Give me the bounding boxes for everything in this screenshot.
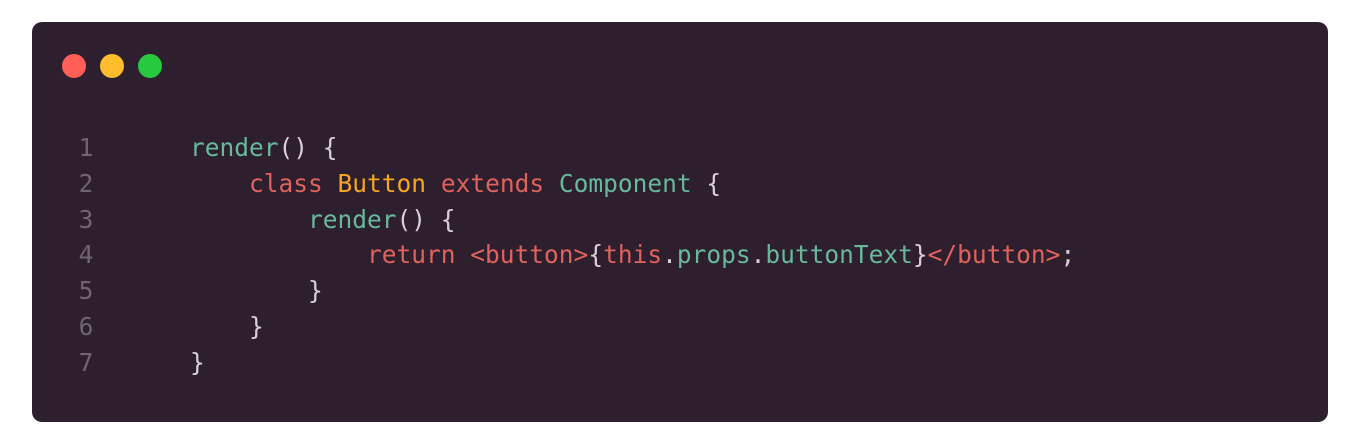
close-dot-icon[interactable] bbox=[62, 54, 86, 78]
code-line: 6 } bbox=[32, 309, 1328, 345]
window-controls bbox=[62, 54, 162, 78]
code-token: extends bbox=[440, 168, 545, 198]
code-token: ; bbox=[1060, 240, 1076, 270]
code-token: return bbox=[367, 240, 456, 270]
code-token: () { bbox=[278, 133, 338, 162]
minimize-dot-icon[interactable] bbox=[100, 54, 124, 78]
code-token: . bbox=[662, 240, 677, 270]
code-block: 1 render() {2 class Button extends Compon… bbox=[32, 130, 1328, 381]
code-line: 5 } bbox=[32, 273, 1328, 309]
code-token: } bbox=[190, 347, 205, 377]
code-token: render bbox=[308, 204, 397, 234]
code-token: <button> bbox=[470, 240, 589, 270]
line-content: render() { bbox=[190, 130, 338, 166]
zoom-dot-icon[interactable] bbox=[138, 54, 162, 78]
code-token: } bbox=[912, 240, 928, 270]
code-line: 3 render() { bbox=[32, 202, 1328, 238]
code-line: 4 return <button>{this.props.buttonText}… bbox=[32, 237, 1328, 273]
code-token: props bbox=[676, 240, 751, 270]
code-window: 1 render() {2 class Button extends Compon… bbox=[32, 22, 1328, 422]
code-line: 2 class Button extends Component { bbox=[32, 166, 1328, 202]
line-content: class Button extends Component { bbox=[190, 166, 721, 202]
code-token: } bbox=[308, 276, 323, 306]
line-number: 6 bbox=[78, 311, 94, 341]
code-token: () { bbox=[396, 204, 456, 234]
line-content: } bbox=[190, 273, 323, 309]
code-token: { bbox=[691, 168, 722, 198]
line-content: } bbox=[190, 345, 205, 381]
code-token: class bbox=[249, 168, 323, 198]
code-token: Button bbox=[337, 168, 427, 198]
code-token: { bbox=[588, 240, 604, 270]
line-number: 4 bbox=[78, 240, 94, 270]
line-content: render() { bbox=[190, 202, 456, 238]
line-number: 2 bbox=[78, 168, 94, 198]
code-line: 7} bbox=[32, 345, 1328, 381]
line-content: return <button>{this.props.buttonText}</… bbox=[190, 237, 1075, 273]
code-token: Component bbox=[558, 168, 692, 198]
code-token: </button> bbox=[927, 240, 1061, 270]
code-token: } bbox=[249, 311, 264, 341]
code-token: render bbox=[190, 133, 279, 162]
line-number: 5 bbox=[78, 276, 94, 306]
line-number: 1 bbox=[78, 133, 94, 162]
code-token: this bbox=[603, 240, 663, 270]
line-number: 7 bbox=[78, 347, 94, 377]
code-line: 1 render() { bbox=[32, 130, 1328, 166]
code-token: . bbox=[750, 240, 766, 270]
line-number: 3 bbox=[78, 204, 94, 234]
code-token: buttonText bbox=[765, 240, 913, 270]
line-content: } bbox=[190, 309, 264, 345]
